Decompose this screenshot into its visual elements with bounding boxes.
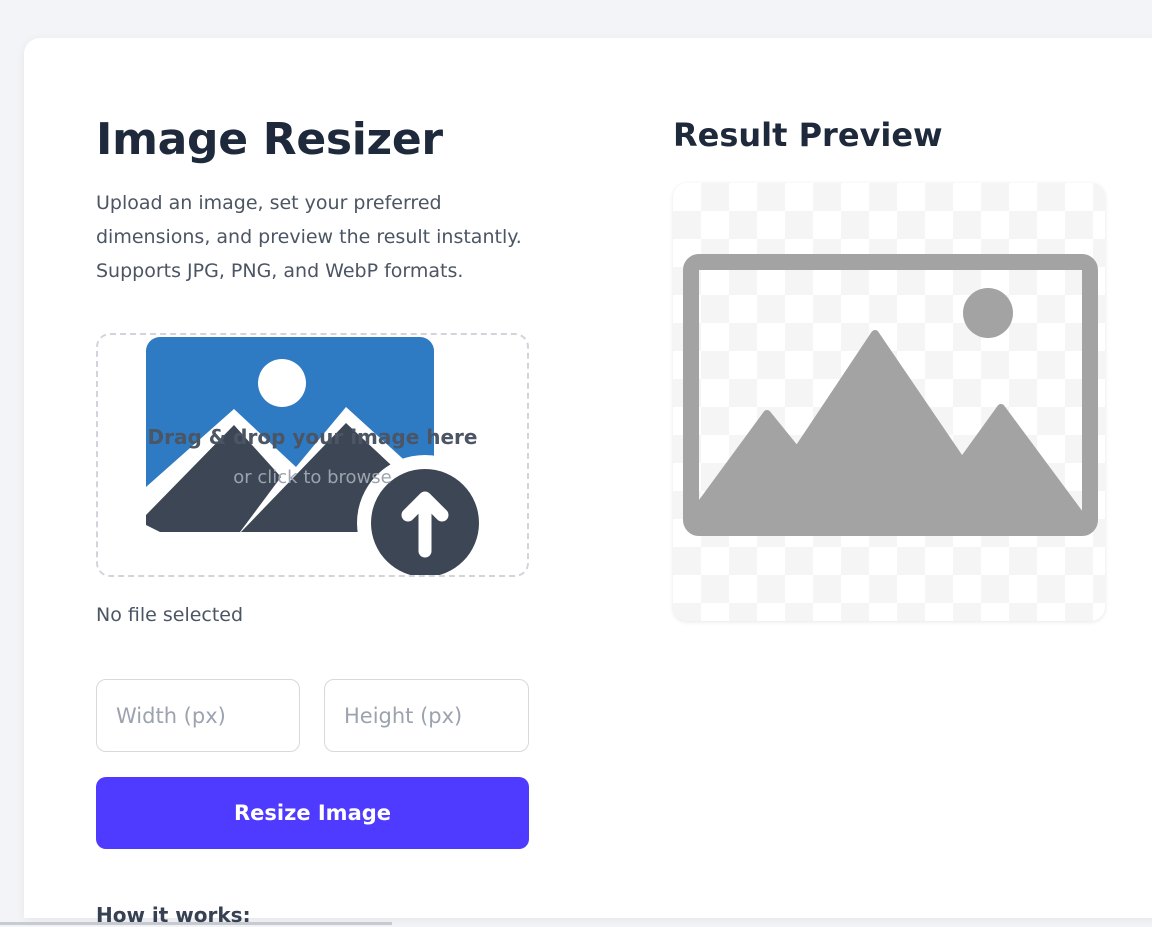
image-placeholder-icon	[683, 254, 1098, 536]
page-description: Upload an image, set your preferred dime…	[96, 192, 522, 282]
page-title: Image Resizer	[96, 114, 443, 165]
result-preview	[673, 183, 1105, 621]
preview-title: Result Preview	[673, 116, 943, 154]
width-input[interactable]	[96, 679, 300, 752]
dropzone-subtitle: or click to browse	[233, 467, 392, 488]
height-input[interactable]	[324, 679, 529, 752]
image-upload-icon	[146, 337, 480, 575]
file-status: No file selected	[96, 604, 244, 626]
resize-button[interactable]: Resize Image	[96, 777, 529, 849]
dropzone-title: Drag & drop your image here	[147, 425, 478, 449]
upload-dropzone[interactable]: Drag & drop your image here or click to …	[96, 333, 529, 577]
